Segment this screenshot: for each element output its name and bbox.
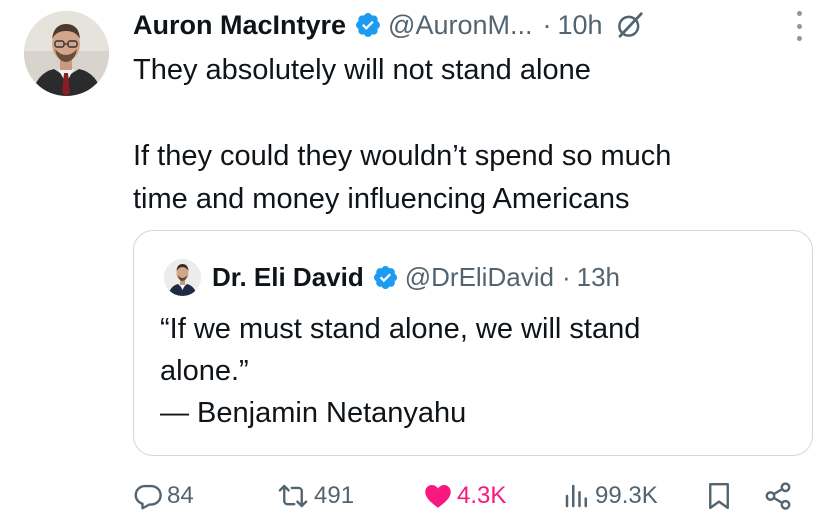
views-count: 99.3K (595, 482, 658, 509)
like-count: 4.3K (457, 482, 507, 509)
grok-icon[interactable] (615, 10, 645, 40)
tweet-actions: 84 491 4.3K 99.3K (133, 476, 823, 516)
views-button[interactable]: 99.3K (563, 476, 658, 516)
bookmark-icon (705, 481, 733, 511)
author-handle[interactable]: @AuronM... (388, 10, 532, 41)
tweet-text: They absolutely will not stand alone If … (133, 54, 672, 215)
quoted-tweet-text: “If we must stand alone, we will stand a… (160, 313, 641, 429)
verified-badge-icon (354, 11, 382, 39)
bookmark-button[interactable] (705, 476, 733, 516)
quoted-tweet-time[interactable]: 13h (577, 262, 620, 293)
verified-badge-icon (372, 264, 399, 291)
repost-icon (276, 481, 310, 511)
reply-button[interactable]: 84 (133, 476, 194, 516)
author-avatar[interactable] (24, 11, 109, 96)
author-name[interactable]: Auron MacIntyre (133, 10, 346, 41)
heart-icon (423, 481, 453, 511)
tweet-time[interactable]: 10h (558, 10, 603, 41)
quoted-author-name[interactable]: Dr. Eli David (212, 262, 364, 293)
quoted-author-avatar[interactable] (164, 259, 201, 296)
reply-icon (133, 481, 163, 511)
quoted-header-separator: · (561, 262, 571, 292)
header-separator: · (542, 9, 552, 40)
repost-button[interactable]: 491 (276, 476, 354, 516)
repost-count: 491 (314, 482, 355, 509)
quoted-tweet[interactable]: Dr. Eli David @DrEliDavid · 13h “If we m… (133, 230, 813, 456)
share-button[interactable] (763, 476, 793, 516)
reply-count: 84 (167, 482, 194, 509)
like-button[interactable]: 4.3K (423, 476, 506, 516)
share-icon (763, 481, 793, 511)
tweet-header: Auron MacIntyre @AuronM... · 10h (133, 6, 809, 44)
quoted-tweet-header: Dr. Eli David @DrEliDavid · 13h (164, 259, 620, 296)
views-chart-icon (563, 481, 591, 511)
more-dots-icon[interactable] (795, 11, 803, 41)
quoted-author-handle[interactable]: @DrEliDavid (405, 262, 554, 293)
